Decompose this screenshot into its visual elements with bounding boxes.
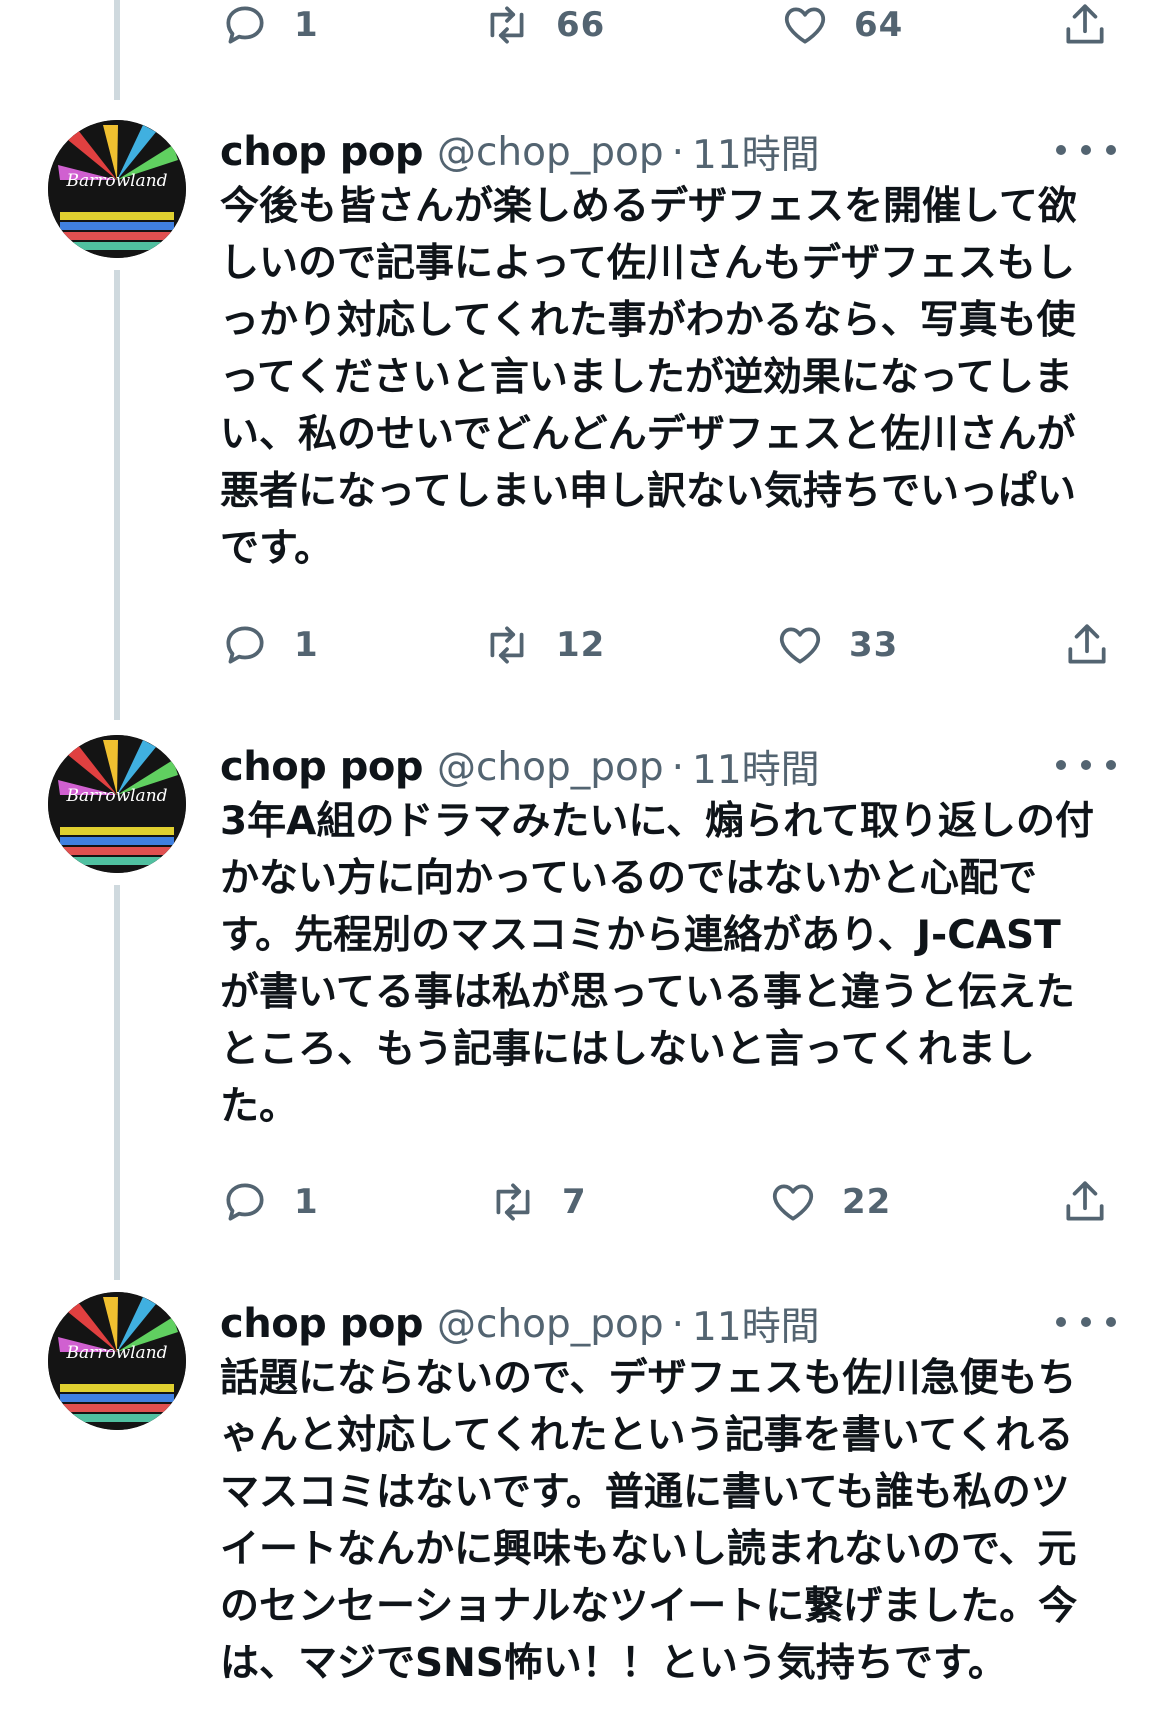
reply-icon xyxy=(226,1183,264,1221)
like-count: 64 xyxy=(854,5,904,45)
avatar-text: Barrowland xyxy=(65,786,167,806)
tweet-text-line: マスコミはないです。普通に書いても誰も私のツ xyxy=(220,1470,1070,1515)
timestamp[interactable]: 11時間 xyxy=(692,124,820,180)
tweet-text: 話題にならないので、デザフェスも佐川急便もち ゃんと対応してくれたという記事を書… xyxy=(220,1350,1120,1692)
tweet-header: chop pop @chop_pop · 11時間 xyxy=(220,122,1140,182)
tweet-text-line: す。先程別のマスコミから連絡があり、J-CAST xyxy=(220,913,1061,958)
reply-button[interactable]: 1 xyxy=(220,0,319,60)
tweet-text-line: が書いてる事は私が思っている事と違うと伝えた xyxy=(220,970,1075,1015)
avatar-text: Barrowland xyxy=(65,1343,167,1363)
avatar-text: Barrowland xyxy=(65,171,167,191)
tweet-actions: 1 12 33 xyxy=(220,610,1120,680)
display-name[interactable]: chop pop xyxy=(220,129,423,175)
tweet-text-line: しいので記事によって佐川さんもデザフェスもし xyxy=(220,241,1075,286)
tweet-text: 今後も皆さんが楽しめるデザフェスを開催して欲 しいので記事によって佐川さんもデザ… xyxy=(220,178,1120,577)
like-count: 22 xyxy=(842,1182,892,1222)
separator: · xyxy=(671,129,685,175)
avatar[interactable]: Barrowland xyxy=(48,735,186,873)
reply-button[interactable]: 1 xyxy=(220,1167,319,1237)
tweet-text-line: 3年A組のドラマみたいに、煽られて取り返しの付 xyxy=(220,799,1094,844)
more-button[interactable] xyxy=(1056,743,1116,787)
share-icon xyxy=(1068,624,1106,664)
tweet-text-line: 今後も皆さんが楽しめるデザフェスを開催して欲 xyxy=(220,184,1077,229)
heart-icon xyxy=(784,7,826,44)
tweet-text-line: です。 xyxy=(220,526,334,571)
share-icon xyxy=(1066,4,1104,44)
thread-line xyxy=(114,885,120,1280)
handle[interactable]: @chop_pop xyxy=(437,130,664,175)
more-button[interactable] xyxy=(1056,1300,1116,1344)
tweet-text-line: イートなんかに興味もないし読まれないので、元 xyxy=(220,1527,1077,1572)
tweet-text-line: た。 xyxy=(220,1084,299,1129)
retweet-icon xyxy=(490,6,524,44)
separator: · xyxy=(671,744,685,790)
heart-icon xyxy=(772,1184,814,1221)
tweet-text-line: ってくださいと言いましたが逆効果になってしま xyxy=(220,355,1073,400)
tweet-text-line: のセンセーショナルなツイートに繋げました。今 xyxy=(220,1584,1078,1629)
tweet-header: chop pop @chop_pop · 11時間 xyxy=(220,737,1140,797)
heart-icon xyxy=(779,627,821,664)
share-button[interactable] xyxy=(1062,610,1136,680)
tweet-actions: 1 7 22 xyxy=(220,1167,1120,1237)
retweet-count: 66 xyxy=(556,5,606,45)
share-button[interactable] xyxy=(1060,1167,1134,1237)
avatar-image: Barrowland xyxy=(48,120,186,258)
reply-button[interactable]: 1 xyxy=(220,610,319,680)
retweet-count: 12 xyxy=(556,625,606,665)
like-button[interactable]: 64 xyxy=(780,0,903,60)
more-icon-dot xyxy=(1106,760,1116,770)
tweet-text-line: かない方に向かっているのではないかと心配で xyxy=(220,856,1038,901)
timestamp[interactable]: 11時間 xyxy=(692,739,820,795)
handle[interactable]: @chop_pop xyxy=(437,1302,664,1347)
reply-count: 1 xyxy=(294,5,319,45)
more-icon-dot xyxy=(1106,1317,1116,1327)
thread-line xyxy=(114,270,120,720)
thread-line xyxy=(114,0,120,100)
like-button[interactable]: 33 xyxy=(775,610,898,680)
more-button[interactable] xyxy=(1056,128,1116,172)
more-icon-dot xyxy=(1106,145,1116,155)
share-icon xyxy=(1066,1181,1104,1221)
avatar[interactable]: Barrowland xyxy=(48,120,186,258)
more-icon-dot xyxy=(1081,760,1091,770)
tweet-text-line: ところ、もう記事にはしないと言ってくれまし xyxy=(220,1027,1035,1072)
more-icon-dot xyxy=(1081,1317,1091,1327)
more-icon-dot xyxy=(1056,760,1066,770)
like-button[interactable]: 22 xyxy=(768,1167,891,1237)
retweet-button[interactable]: 12 xyxy=(482,610,605,680)
retweet-icon xyxy=(490,626,524,664)
share-button[interactable] xyxy=(1060,0,1134,60)
like-count: 33 xyxy=(849,625,899,665)
more-icon-dot xyxy=(1056,1317,1066,1327)
display-name[interactable]: chop pop xyxy=(220,1301,423,1347)
reply-count: 1 xyxy=(294,1182,319,1222)
display-name[interactable]: chop pop xyxy=(220,744,423,790)
tweet-text-line: 悪者になってしまい申し訳ない気持ちでいっぱい xyxy=(220,469,1077,514)
retweet-button[interactable]: 7 xyxy=(488,1167,587,1237)
avatar[interactable]: Barrowland xyxy=(48,1292,186,1430)
more-icon-dot xyxy=(1081,145,1091,155)
handle[interactable]: @chop_pop xyxy=(437,745,664,790)
tweet-actions: 1 66 64 xyxy=(220,0,1120,60)
timestamp[interactable]: 11時間 xyxy=(692,1296,820,1352)
tweet-text-line: っかり対応してくれた事がわかるなら、写真も使 xyxy=(220,298,1076,343)
tweet-text-line: ゃんと対応してくれたという記事を書いてくれる xyxy=(220,1413,1074,1458)
reply-count: 1 xyxy=(294,625,319,665)
tweet-header: chop pop @chop_pop · 11時間 xyxy=(220,1294,1140,1354)
tweet-text-line: 話題にならないので、デザフェスも佐川急便もち xyxy=(220,1356,1077,1401)
tweet-text: 3年A組のドラマみたいに、煽られて取り返しの付 かない方に向かっているのではない… xyxy=(220,793,1120,1135)
avatar-image: Barrowland xyxy=(48,1292,186,1430)
separator: · xyxy=(671,1301,685,1347)
retweet-icon xyxy=(496,1183,530,1221)
reply-icon xyxy=(226,626,264,664)
reply-icon xyxy=(226,6,264,44)
more-icon-dot xyxy=(1056,145,1066,155)
tweet-text-line: は、マジでSNS怖い！！という気持ちです。 xyxy=(220,1641,1007,1686)
avatar-image: Barrowland xyxy=(48,735,186,873)
tweet-text-line: い、私のせいでどんどんデザフェスと佐川さんが xyxy=(220,412,1076,457)
retweet-count: 7 xyxy=(562,1182,587,1222)
retweet-button[interactable]: 66 xyxy=(482,0,605,60)
